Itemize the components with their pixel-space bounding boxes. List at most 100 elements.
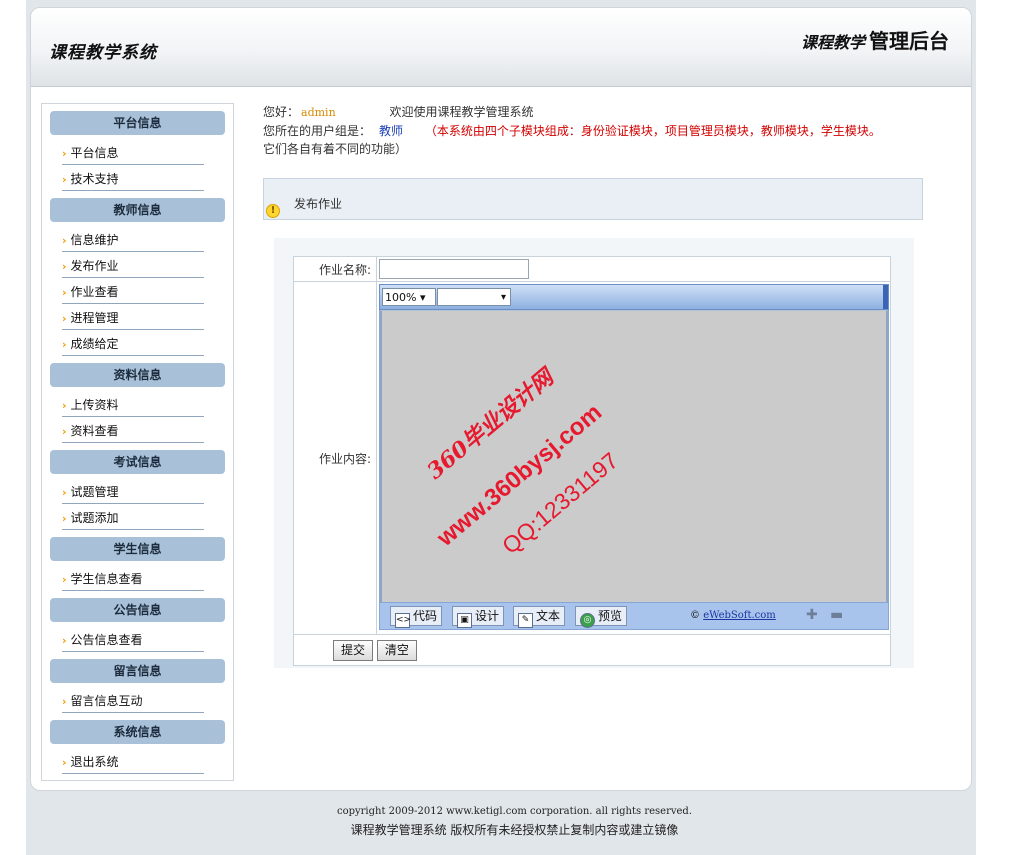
section-notice-bar: ! 发布作业 bbox=[263, 178, 923, 220]
chevron-right-icon: › bbox=[62, 147, 67, 160]
sidebar: 平台信息 › 平台信息 › 技术支持 教师信息 › 信息维护 › 发布作业 › 作业查看 › 进程管理 › 成… bbox=[41, 103, 234, 781]
sidebar-item-label: 上传资料 bbox=[70, 398, 119, 412]
clear-button[interactable]: 清空 bbox=[376, 639, 417, 661]
sidebar-item-label: 试题管理 bbox=[70, 485, 119, 499]
homework-name-cell bbox=[376, 256, 891, 282]
sidebar-item[interactable]: › 公告信息查看 bbox=[62, 626, 204, 652]
footer: copyright 2009-2012 www.ketigl.com corpo… bbox=[0, 806, 1029, 838]
mode-preview-button[interactable]: ◎ 预览 bbox=[575, 606, 628, 628]
chevron-right-icon: › bbox=[62, 312, 67, 325]
sidebar-item[interactable]: › 平台信息 bbox=[62, 139, 204, 165]
mode-code-button[interactable]: <> 代码 bbox=[390, 606, 443, 628]
sidebar-item-label: 学生信息查看 bbox=[70, 572, 143, 586]
chevron-down-icon: ▾ bbox=[419, 291, 426, 304]
sidebar-item[interactable]: › 留言信息互动 bbox=[62, 687, 204, 713]
header: 课程教学系统 课程教学 管理后台 bbox=[31, 8, 971, 87]
chevron-down-icon: ▾ bbox=[500, 292, 506, 303]
homework-form: 作业名称: 作业内容: 100% ▾ ▾ 360毕业设计网 www.360bys… bbox=[293, 256, 891, 666]
system-logo: 课程教学系统 bbox=[49, 43, 157, 63]
admin-title: 课程教学 管理后台 bbox=[801, 25, 949, 54]
ewebsoft-link[interactable]: eWebSoft.com bbox=[703, 610, 776, 621]
sidebar-item[interactable]: › 进程管理 bbox=[62, 304, 204, 330]
admin-title-prefix: 课程教学 bbox=[800, 33, 865, 52]
chevron-right-icon: › bbox=[62, 286, 67, 299]
username: admin bbox=[301, 106, 336, 119]
sidebar-section-title: 学生信息 bbox=[50, 537, 225, 561]
user-group: 教师 bbox=[379, 124, 404, 138]
sidebar-section-title: 教师信息 bbox=[50, 198, 225, 222]
greeting-area: 您好： admin 欢迎使用课程教学管理系统 您所在的用户组是： 教师 （本系统由四… bbox=[263, 103, 943, 158]
sidebar-item[interactable]: › 信息维护 bbox=[62, 226, 204, 252]
chevron-right-icon: › bbox=[62, 399, 67, 412]
sidebar-item-label: 资料查看 bbox=[70, 424, 119, 438]
sidebar-section-title: 资料信息 bbox=[50, 363, 225, 387]
homework-name-label: 作业名称: bbox=[293, 256, 377, 282]
section-title: 发布作业 bbox=[294, 197, 343, 211]
group-label: 您所在的用户组是： bbox=[263, 124, 372, 138]
greeting-hello: 您好： bbox=[263, 105, 300, 119]
editor-mode-bar: <> 代码 ▣ 设计 ✎ 文本 ◎ 预览 © eWebSoft.com ✚ ▬ bbox=[379, 602, 889, 630]
sidebar-item[interactable]: › 技术支持 bbox=[62, 165, 204, 191]
sidebar-item[interactable]: › 学生信息查看 bbox=[62, 565, 204, 591]
welcome-text: 欢迎使用课程教学管理系统 bbox=[389, 105, 534, 119]
sidebar-item-label: 进程管理 bbox=[70, 311, 119, 325]
sidebar-section-title: 公告信息 bbox=[50, 598, 225, 622]
sidebar-item[interactable]: › 退出系统 bbox=[62, 748, 204, 774]
sidebar-section-title: 考试信息 bbox=[50, 450, 225, 474]
sidebar-item[interactable]: › 成绩给定 bbox=[62, 330, 204, 356]
globe-icon: ◎ bbox=[580, 613, 595, 628]
sidebar-item[interactable]: › 试题添加 bbox=[62, 504, 204, 530]
sidebar-section-title: 系统信息 bbox=[50, 720, 225, 744]
editor-canvas[interactable]: 360毕业设计网 www.360bysj.com QQ:12331197 bbox=[379, 310, 889, 602]
sidebar-item[interactable]: › 作业查看 bbox=[62, 278, 204, 304]
sidebar-item-label: 试题添加 bbox=[70, 511, 119, 525]
text-icon: ✎ bbox=[518, 613, 533, 628]
chevron-right-icon: › bbox=[62, 634, 67, 647]
sidebar-item-label: 平台信息 bbox=[70, 146, 119, 160]
group-line: 您所在的用户组是： 教师 （本系统由四个子模块组成：身份验证模块，项目管理员模块，… bbox=[263, 122, 943, 140]
submit-button[interactable]: 提交 bbox=[333, 639, 374, 661]
sidebar-item[interactable]: › 试题管理 bbox=[62, 478, 204, 504]
sidebar-item[interactable]: › 发布作业 bbox=[62, 252, 204, 278]
mode-design-button[interactable]: ▣ 设计 bbox=[452, 606, 505, 628]
sidebar-section-title: 平台信息 bbox=[50, 111, 225, 135]
design-icon: ▣ bbox=[457, 613, 472, 628]
copyright-text: copyright 2009-2012 www.ketigl.com corpo… bbox=[336, 806, 693, 817]
shrink-icon[interactable]: ▬ bbox=[830, 608, 843, 622]
chevron-right-icon: › bbox=[62, 486, 67, 499]
admin-title-suffix: 管理后台 bbox=[869, 29, 949, 53]
chevron-right-icon: › bbox=[62, 338, 67, 351]
sidebar-item-label: 留言信息互动 bbox=[70, 694, 143, 708]
zoom-select[interactable]: 100% ▾ bbox=[382, 288, 436, 306]
main-frame: 课程教学系统 课程教学 管理后台 平台信息 › 平台信息 › 技术支持 教师信息 › 信息维护 ›… bbox=[30, 7, 972, 791]
sidebar-item[interactable]: › 资料查看 bbox=[62, 417, 204, 443]
form-actions: 提交 清空 bbox=[293, 634, 891, 666]
format-select[interactable]: ▾ bbox=[437, 288, 511, 306]
editor-credit: © eWebSoft.com bbox=[690, 610, 776, 621]
homework-name-input[interactable] bbox=[379, 259, 529, 279]
chevron-right-icon: › bbox=[62, 425, 67, 438]
homework-form-panel: 作业名称: 作业内容: 100% ▾ ▾ 360毕业设计网 www.360bys… bbox=[274, 238, 914, 668]
expand-icon[interactable]: ✚ bbox=[806, 608, 818, 622]
toolbar-end bbox=[883, 285, 888, 309]
mode-text-button[interactable]: ✎ 文本 bbox=[513, 606, 566, 628]
editor-toolbar: 100% ▾ ▾ bbox=[379, 284, 889, 310]
homework-content-label: 作业内容: bbox=[293, 281, 377, 635]
copyright-notice: 课程教学管理系统 版权所有未经授权禁止复制内容或建立镜像 bbox=[350, 823, 679, 837]
chevron-right-icon: › bbox=[62, 695, 67, 708]
homework-content-cell: 100% ▾ ▾ 360毕业设计网 www.360bysj.com QQ:123… bbox=[376, 281, 891, 635]
zoom-value: 100% bbox=[385, 291, 417, 304]
chevron-right-icon: › bbox=[62, 234, 67, 247]
sidebar-item[interactable]: › 上传资料 bbox=[62, 391, 204, 417]
sidebar-item-label: 退出系统 bbox=[70, 755, 119, 769]
chevron-right-icon: › bbox=[62, 512, 67, 525]
chevron-right-icon: › bbox=[62, 260, 67, 273]
sidebar-item-label: 作业查看 bbox=[70, 285, 119, 299]
rich-text-editor: 100% ▾ ▾ 360毕业设计网 www.360bysj.com QQ:123… bbox=[379, 284, 889, 634]
sidebar-section-title: 留言信息 bbox=[50, 659, 225, 683]
chevron-right-icon: › bbox=[62, 573, 67, 586]
code-icon: <> bbox=[395, 613, 411, 628]
sidebar-item-label: 成绩给定 bbox=[70, 337, 119, 351]
system-note-line2: 它们各自有着不同的功能） bbox=[263, 142, 408, 156]
sidebar-item-label: 技术支持 bbox=[70, 172, 119, 186]
